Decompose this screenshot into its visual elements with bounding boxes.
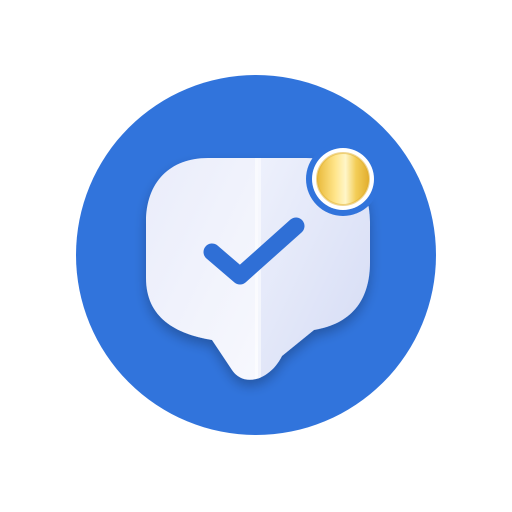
app-icon[interactable] <box>0 0 512 512</box>
coin-icon <box>306 142 380 216</box>
app-icon-canvas <box>0 0 512 512</box>
